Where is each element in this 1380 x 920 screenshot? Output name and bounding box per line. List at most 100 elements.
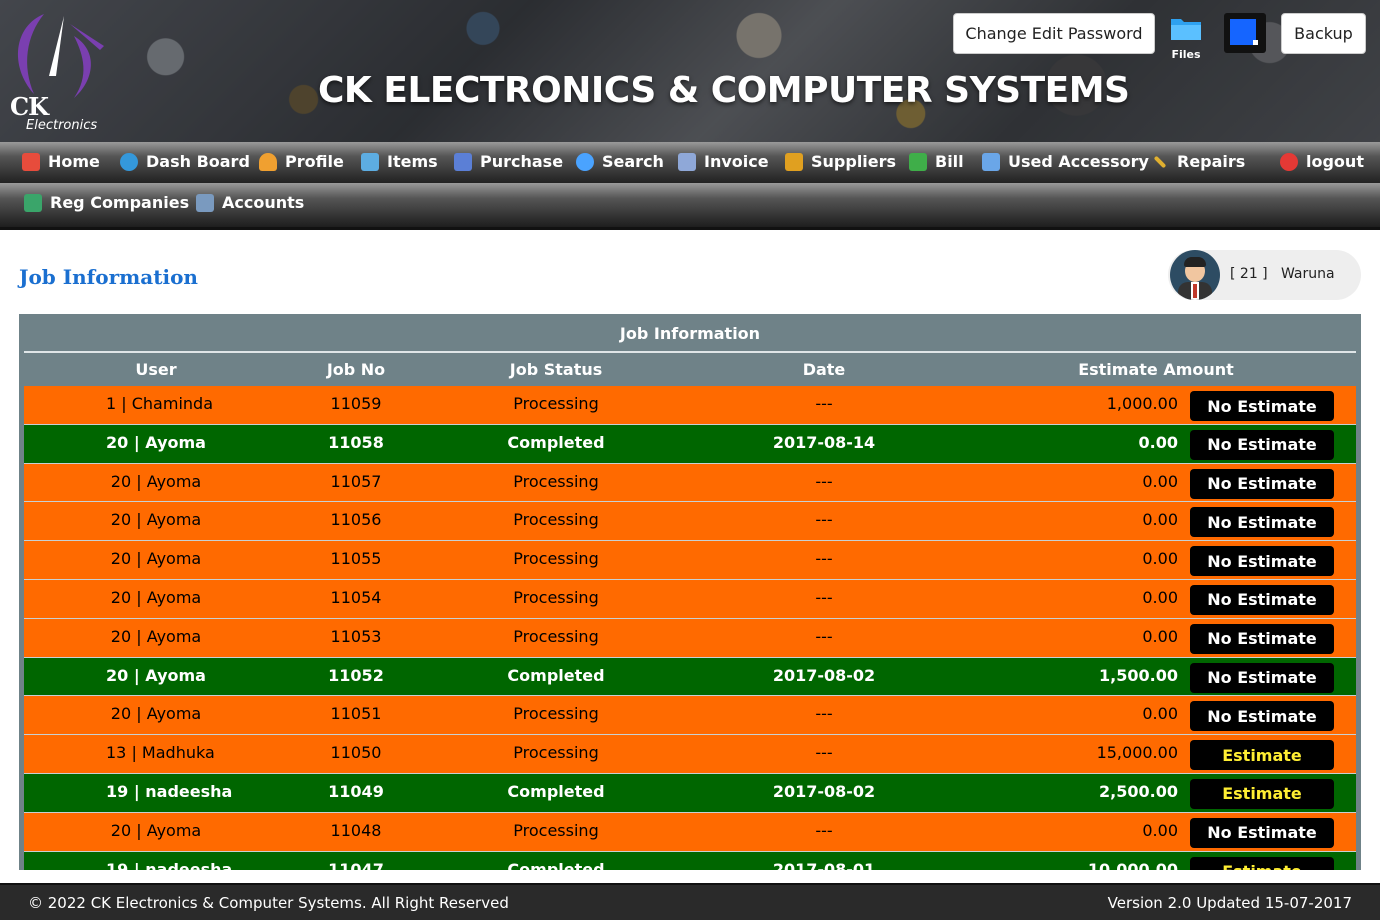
cell-date: --- bbox=[815, 510, 833, 530]
cell-job-no: 11047 bbox=[328, 859, 384, 870]
ck-logo[interactable]: CK Electronics bbox=[4, 6, 110, 136]
cell-job-no: 11058 bbox=[328, 432, 384, 452]
cell-job-no: 11055 bbox=[330, 549, 382, 569]
change-edit-password-button[interactable]: Change Edit Password bbox=[953, 13, 1155, 54]
cell-user: 20 | Ayoma bbox=[106, 665, 206, 685]
used-accessory-icon bbox=[982, 152, 1000, 171]
cell-job-no: 11050 bbox=[330, 743, 382, 763]
cell-estimate-amount: 1,000.00 bbox=[1106, 394, 1178, 413]
cell-job-status: Completed bbox=[507, 432, 605, 452]
cell-job-no: 11053 bbox=[330, 626, 382, 646]
estimate-button[interactable]: Estimate bbox=[1190, 740, 1334, 771]
cell-estimate-amount: 0.00 bbox=[1142, 820, 1178, 840]
cell-job-status: Processing bbox=[513, 510, 599, 530]
cell-date: --- bbox=[815, 549, 833, 569]
nav-item-home[interactable]: Home bbox=[22, 152, 100, 171]
nav-item-accounts[interactable]: Accounts bbox=[196, 193, 304, 212]
avatar-tie bbox=[1193, 284, 1197, 298]
table-row[interactable]: 20 | Ayoma 11053 Processing --- 0.00 No Estim… bbox=[24, 618, 1356, 658]
no-estimate-button[interactable]: No Estimate bbox=[1190, 468, 1334, 499]
nav-item-logout[interactable]: logout bbox=[1280, 152, 1364, 171]
table-row[interactable]: 20 | Ayoma 11055 Processing --- 0.00 No Estim… bbox=[24, 541, 1356, 580]
nav-label-repairs: Repairs bbox=[1177, 152, 1246, 171]
cell-user: 20 | Ayoma bbox=[106, 432, 206, 452]
table-row[interactable]: 19 | nadeesha 11047 Completed 2017-08-01 10,… bbox=[24, 851, 1356, 870]
table-row[interactable]: 20 | Ayoma 11048 Processing --- 0.00 No Estim… bbox=[24, 812, 1356, 852]
no-estimate-button[interactable]: No Estimate bbox=[1190, 662, 1334, 693]
nav-item-search[interactable]: Search bbox=[576, 152, 664, 171]
cell-job-status: Completed bbox=[507, 781, 605, 801]
files-button[interactable]: Files bbox=[1166, 10, 1206, 62]
job-information-table: Job Information User Job No Job Status D… bbox=[19, 314, 1361, 870]
reg-companies-icon bbox=[24, 193, 42, 212]
cell-estimate-amount: 0.00 bbox=[1142, 549, 1178, 569]
cell-user: 13 | Madhuka bbox=[106, 743, 215, 763]
folder-icon bbox=[1171, 19, 1201, 40]
table-header: User Job No Job Status Date Estimate Amo… bbox=[24, 356, 1356, 386]
user-badge[interactable]: [ 21 ] Waruna bbox=[1168, 250, 1361, 300]
no-estimate-button[interactable]: No Estimate bbox=[1190, 701, 1334, 732]
logo-mark-icon bbox=[17, 14, 104, 98]
no-estimate-button[interactable]: No Estimate bbox=[1190, 623, 1334, 654]
cell-user: 1 | Chaminda bbox=[106, 394, 213, 413]
cell-job-no: 11056 bbox=[330, 510, 382, 530]
no-estimate-button[interactable]: No Estimate bbox=[1190, 429, 1334, 460]
cell-user: 19 | nadeesha bbox=[106, 781, 233, 801]
main-nav: Home Dash Board Profile Items Purchase S… bbox=[0, 142, 1380, 230]
table-row[interactable]: 20 | Ayoma 11052 Completed 2017-08-02 1,500.… bbox=[24, 657, 1356, 697]
screen-icon[interactable] bbox=[1224, 13, 1266, 53]
nav-item-reg-companies[interactable]: Reg Companies bbox=[24, 193, 189, 212]
logo-text-electronics: Electronics bbox=[26, 118, 98, 133]
nav-item-items[interactable]: Items bbox=[361, 152, 438, 171]
avatar-hair bbox=[1184, 257, 1206, 267]
cell-job-no: 11054 bbox=[330, 587, 382, 607]
nav-item-used-accessory[interactable]: Used Accessory bbox=[982, 152, 1149, 171]
no-estimate-button[interactable]: No Estimate bbox=[1190, 817, 1334, 848]
nav-label-profile: Profile bbox=[285, 152, 344, 171]
no-estimate-button[interactable]: No Estimate bbox=[1190, 507, 1334, 538]
estimate-button[interactable]: Estimate bbox=[1190, 856, 1334, 870]
cell-user: 20 | Ayoma bbox=[110, 549, 202, 569]
table-row[interactable]: 13 | Madhuka 11050 Processing --- 15,000.00 E… bbox=[24, 735, 1356, 774]
estimate-button[interactable]: Estimate bbox=[1190, 778, 1334, 809]
cell-job-no: 11049 bbox=[328, 781, 384, 801]
nav-item-dashboard[interactable]: Dash Board bbox=[120, 152, 250, 171]
cell-job-status: Processing bbox=[513, 704, 599, 724]
search-icon bbox=[576, 152, 594, 171]
site-title: CK ELECTRONICS & COMPUTER SYSTEMS bbox=[318, 70, 1130, 111]
no-estimate-button[interactable]: No Estimate bbox=[1190, 391, 1334, 421]
nav-item-suppliers[interactable]: Suppliers bbox=[785, 152, 896, 171]
cell-estimate-amount: 10,000.00 bbox=[1087, 859, 1178, 870]
cell-user: 20 | Ayoma bbox=[110, 820, 202, 840]
table-row[interactable]: 20 | Ayoma 11054 Processing --- 0.00 No Estim… bbox=[24, 579, 1356, 619]
nav-item-purchase[interactable]: Purchase bbox=[454, 152, 563, 171]
table-row[interactable]: 20 | Ayoma 11057 Processing --- 0.00 No Estim… bbox=[24, 463, 1356, 503]
cell-date: --- bbox=[815, 394, 833, 413]
nav-label-used-accessory: Used Accessory bbox=[1008, 152, 1149, 171]
nav-item-profile[interactable]: Profile bbox=[259, 152, 344, 171]
nav-label-accounts: Accounts bbox=[222, 193, 305, 212]
nav-item-invoice[interactable]: Invoice bbox=[678, 152, 769, 171]
table-row[interactable]: 20 | Ayoma 11056 Processing --- 0.00 No Estim… bbox=[24, 502, 1356, 542]
table-row[interactable]: 20 | Ayoma 11058 Completed 2017-08-14 0.00 No… bbox=[24, 424, 1356, 464]
column-header-date: Date bbox=[802, 360, 846, 379]
cell-job-no: 11051 bbox=[330, 704, 382, 724]
nav-item-repairs[interactable]: Repairs bbox=[1153, 152, 1245, 171]
repairs-icon bbox=[1153, 155, 1167, 168]
no-estimate-button[interactable]: No Estimate bbox=[1190, 546, 1334, 577]
backup-button[interactable]: Backup bbox=[1281, 13, 1366, 54]
table-row[interactable]: 19 | nadeesha 11049 Completed 2017-08-02 2,5… bbox=[24, 773, 1356, 813]
column-header-estimate-amount: Estimate Amount bbox=[1078, 360, 1234, 379]
cell-date: 2017-08-01 bbox=[772, 859, 876, 870]
table-row[interactable]: 20 | Ayoma 11051 Processing --- 0.00 No Estim… bbox=[24, 696, 1356, 736]
nav-item-bill[interactable]: Bill bbox=[909, 152, 964, 171]
cell-job-status: Processing bbox=[513, 820, 599, 840]
table-row[interactable]: 1 | Chaminda 11059 Processing --- 1,000.00 No… bbox=[24, 386, 1356, 425]
no-estimate-button[interactable]: No Estimate bbox=[1190, 584, 1334, 615]
cell-job-status: Processing bbox=[513, 626, 599, 646]
items-icon bbox=[361, 152, 379, 171]
column-header-job-no: Job No bbox=[326, 360, 386, 379]
cell-job-status: Processing bbox=[513, 743, 599, 763]
cell-job-status: Completed bbox=[507, 859, 605, 870]
cell-user: 20 | Ayoma bbox=[110, 510, 202, 530]
